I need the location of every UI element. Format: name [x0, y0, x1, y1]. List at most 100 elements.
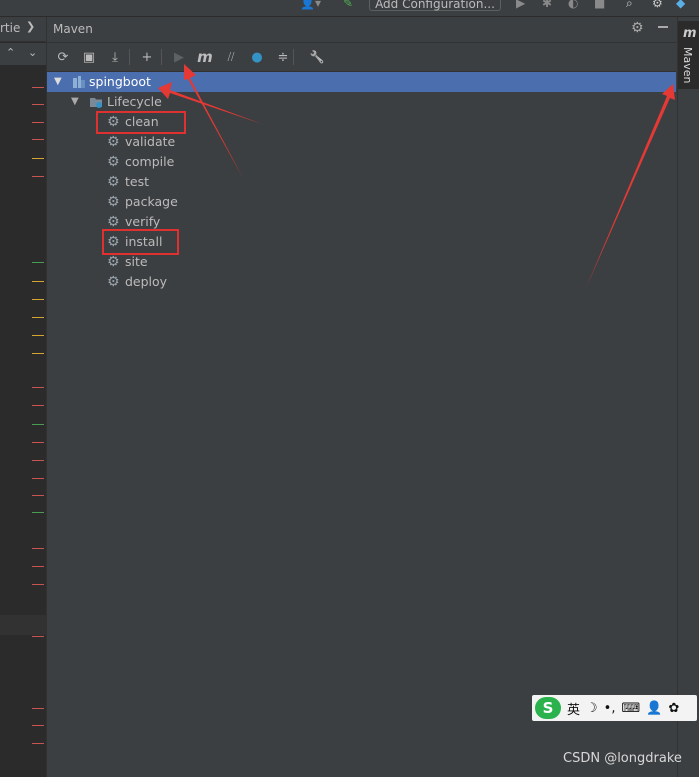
maven-goal-icon[interactable]: m	[195, 47, 215, 67]
gutter-marker	[32, 122, 44, 123]
gutter-marker	[32, 495, 44, 496]
add-configuration-button[interactable]: Add Configuration...	[369, 0, 501, 11]
gutter-marker	[32, 262, 44, 263]
settings-wrench-icon[interactable]: 🔧	[307, 47, 327, 67]
gutter-marker	[32, 299, 44, 300]
sogou-logo-icon[interactable]: S	[535, 697, 561, 719]
gear-icon: ⚙	[107, 154, 120, 170]
gutter-marker	[32, 725, 44, 726]
editor-gutter: rtie ❯ ⌃ ⌄	[0, 17, 47, 777]
plugin-icon[interactable]: ◆	[676, 0, 685, 10]
editor-nav-row: ⌃ ⌄	[0, 43, 46, 65]
chevron-down-icon[interactable]: ❯	[26, 20, 35, 33]
run-icon[interactable]: ▶	[169, 47, 189, 67]
goal-label: deploy	[125, 274, 168, 289]
maven-side-tab[interactable]: m Maven	[678, 21, 699, 89]
ime-menu-icon[interactable]: ✿	[668, 701, 679, 716]
gutter-marker	[32, 139, 44, 140]
gear-icon: ⚙	[107, 174, 120, 190]
gutter-marker	[32, 636, 44, 637]
search-icon[interactable]: ⌕	[626, 0, 633, 11]
goal-label: compile	[125, 154, 175, 169]
chevron-up-icon[interactable]: ⌃	[6, 46, 15, 59]
collapse-icon[interactable]: ≑	[273, 47, 293, 67]
gutter-marker	[32, 87, 44, 88]
gutter-marker	[32, 405, 44, 406]
project-name: spingboot	[89, 74, 151, 89]
maven-toolbar: ⟳ ▣ ⤓ + ▶ m ⧸⧸ ● ≑ 🔧	[47, 43, 676, 72]
chevron-down-icon[interactable]: ⌄	[28, 46, 37, 59]
add-folder-icon[interactable]: ▣	[79, 47, 99, 67]
main-toolbar: 👤▾ ✎ Add Configuration... ▶ ✱ ◐ ■ ⌕ ⚙ ◆	[0, 0, 699, 17]
ime-user-icon[interactable]: 👤	[646, 701, 662, 716]
ime-keyboard-icon[interactable]: ⌨	[621, 701, 640, 716]
gutter-marker	[32, 442, 44, 443]
tree-row-goal-site[interactable]: ⚙ site	[47, 252, 676, 272]
gear-icon[interactable]: ⚙	[631, 20, 644, 36]
stop-icon[interactable]: ■	[594, 0, 605, 10]
skip-tests-icon[interactable]: ⧸⧸	[221, 47, 241, 67]
gear-icon: ⚙	[107, 134, 120, 150]
tree-row-goal-compile[interactable]: ⚙ compile	[47, 152, 676, 172]
gutter-marker	[32, 281, 44, 282]
coverage-icon[interactable]: ◐	[568, 0, 578, 10]
gutter-marker	[32, 317, 44, 318]
tree-row-goal-validate[interactable]: ⚙ validate	[47, 132, 676, 152]
gear-icon: ⚙	[107, 194, 120, 210]
tree-row-goal-package[interactable]: ⚙ package	[47, 192, 676, 212]
lifecycle-folder-icon	[89, 95, 103, 109]
editor-tab-header: rtie ❯	[0, 17, 46, 42]
toolbar-separator	[129, 49, 130, 65]
debug-icon[interactable]: ✱	[542, 0, 552, 10]
reload-icon[interactable]: ⟳	[53, 47, 73, 67]
gutter-marker	[32, 104, 44, 105]
gutter-marker	[32, 584, 44, 585]
tree-row-goal-test[interactable]: ⚙ test	[47, 172, 676, 192]
goal-label: package	[125, 194, 178, 209]
tree-row-goal-deploy[interactable]: ⚙ deploy	[47, 272, 676, 292]
lifecycle-label: Lifecycle	[107, 94, 162, 109]
highlight-box-install	[102, 229, 179, 255]
gutter-marker	[32, 566, 44, 567]
user-icon[interactable]: 👤▾	[300, 0, 321, 10]
ime-moon-icon[interactable]: ☽	[586, 701, 598, 716]
gutter-marker	[32, 387, 44, 388]
gutter-marker	[32, 743, 44, 744]
ime-punct-icon[interactable]: •,	[604, 701, 616, 716]
gear-icon: ⚙	[107, 274, 120, 290]
minimize-icon[interactable]	[658, 21, 669, 31]
settings-icon[interactable]: ⚙	[652, 0, 663, 10]
tree-row-project[interactable]: ▼ spingboot	[47, 72, 676, 92]
panel-title: Maven	[53, 22, 93, 36]
right-tool-strip: m Maven	[677, 17, 699, 777]
toolbar-separator	[293, 49, 294, 65]
goal-label: site	[125, 254, 148, 269]
gutter-marker	[32, 335, 44, 336]
chevron-down-icon[interactable]: ▼	[71, 92, 79, 112]
build-hammer-icon[interactable]: ✎	[343, 0, 353, 10]
chevron-down-icon[interactable]: ▼	[54, 72, 62, 92]
gutter-marker	[32, 176, 44, 177]
ime-english-icon[interactable]: 英	[567, 699, 580, 718]
toolbar-separator	[161, 49, 162, 65]
tree-row-lifecycle[interactable]: ▼ Lifecycle	[47, 92, 676, 112]
maven-side-tab-label: Maven	[681, 47, 694, 84]
gutter-marker	[32, 478, 44, 479]
highlight-box-clean	[96, 111, 186, 134]
editor-tab-fragment[interactable]: rtie	[0, 21, 20, 35]
ime-toolbar: S 英 ☽ •, ⌨ 👤 ✿	[532, 695, 697, 721]
download-icon[interactable]: ⤓	[105, 47, 125, 67]
gutter-marker	[32, 424, 44, 425]
caret-line	[0, 615, 46, 635]
gear-icon: ⚙	[107, 214, 120, 230]
gutter-marker	[32, 353, 44, 354]
run-config-icon[interactable]: ▶	[516, 0, 525, 10]
add-icon[interactable]: +	[137, 47, 157, 67]
gutter-marker	[32, 460, 44, 461]
offline-icon[interactable]: ●	[247, 47, 267, 67]
watermark: CSDN @longdrake	[563, 751, 682, 766]
gutter-marker	[32, 158, 44, 159]
maven-project-icon	[72, 75, 86, 89]
goal-label: test	[125, 174, 150, 189]
gutter-marker	[32, 512, 44, 513]
